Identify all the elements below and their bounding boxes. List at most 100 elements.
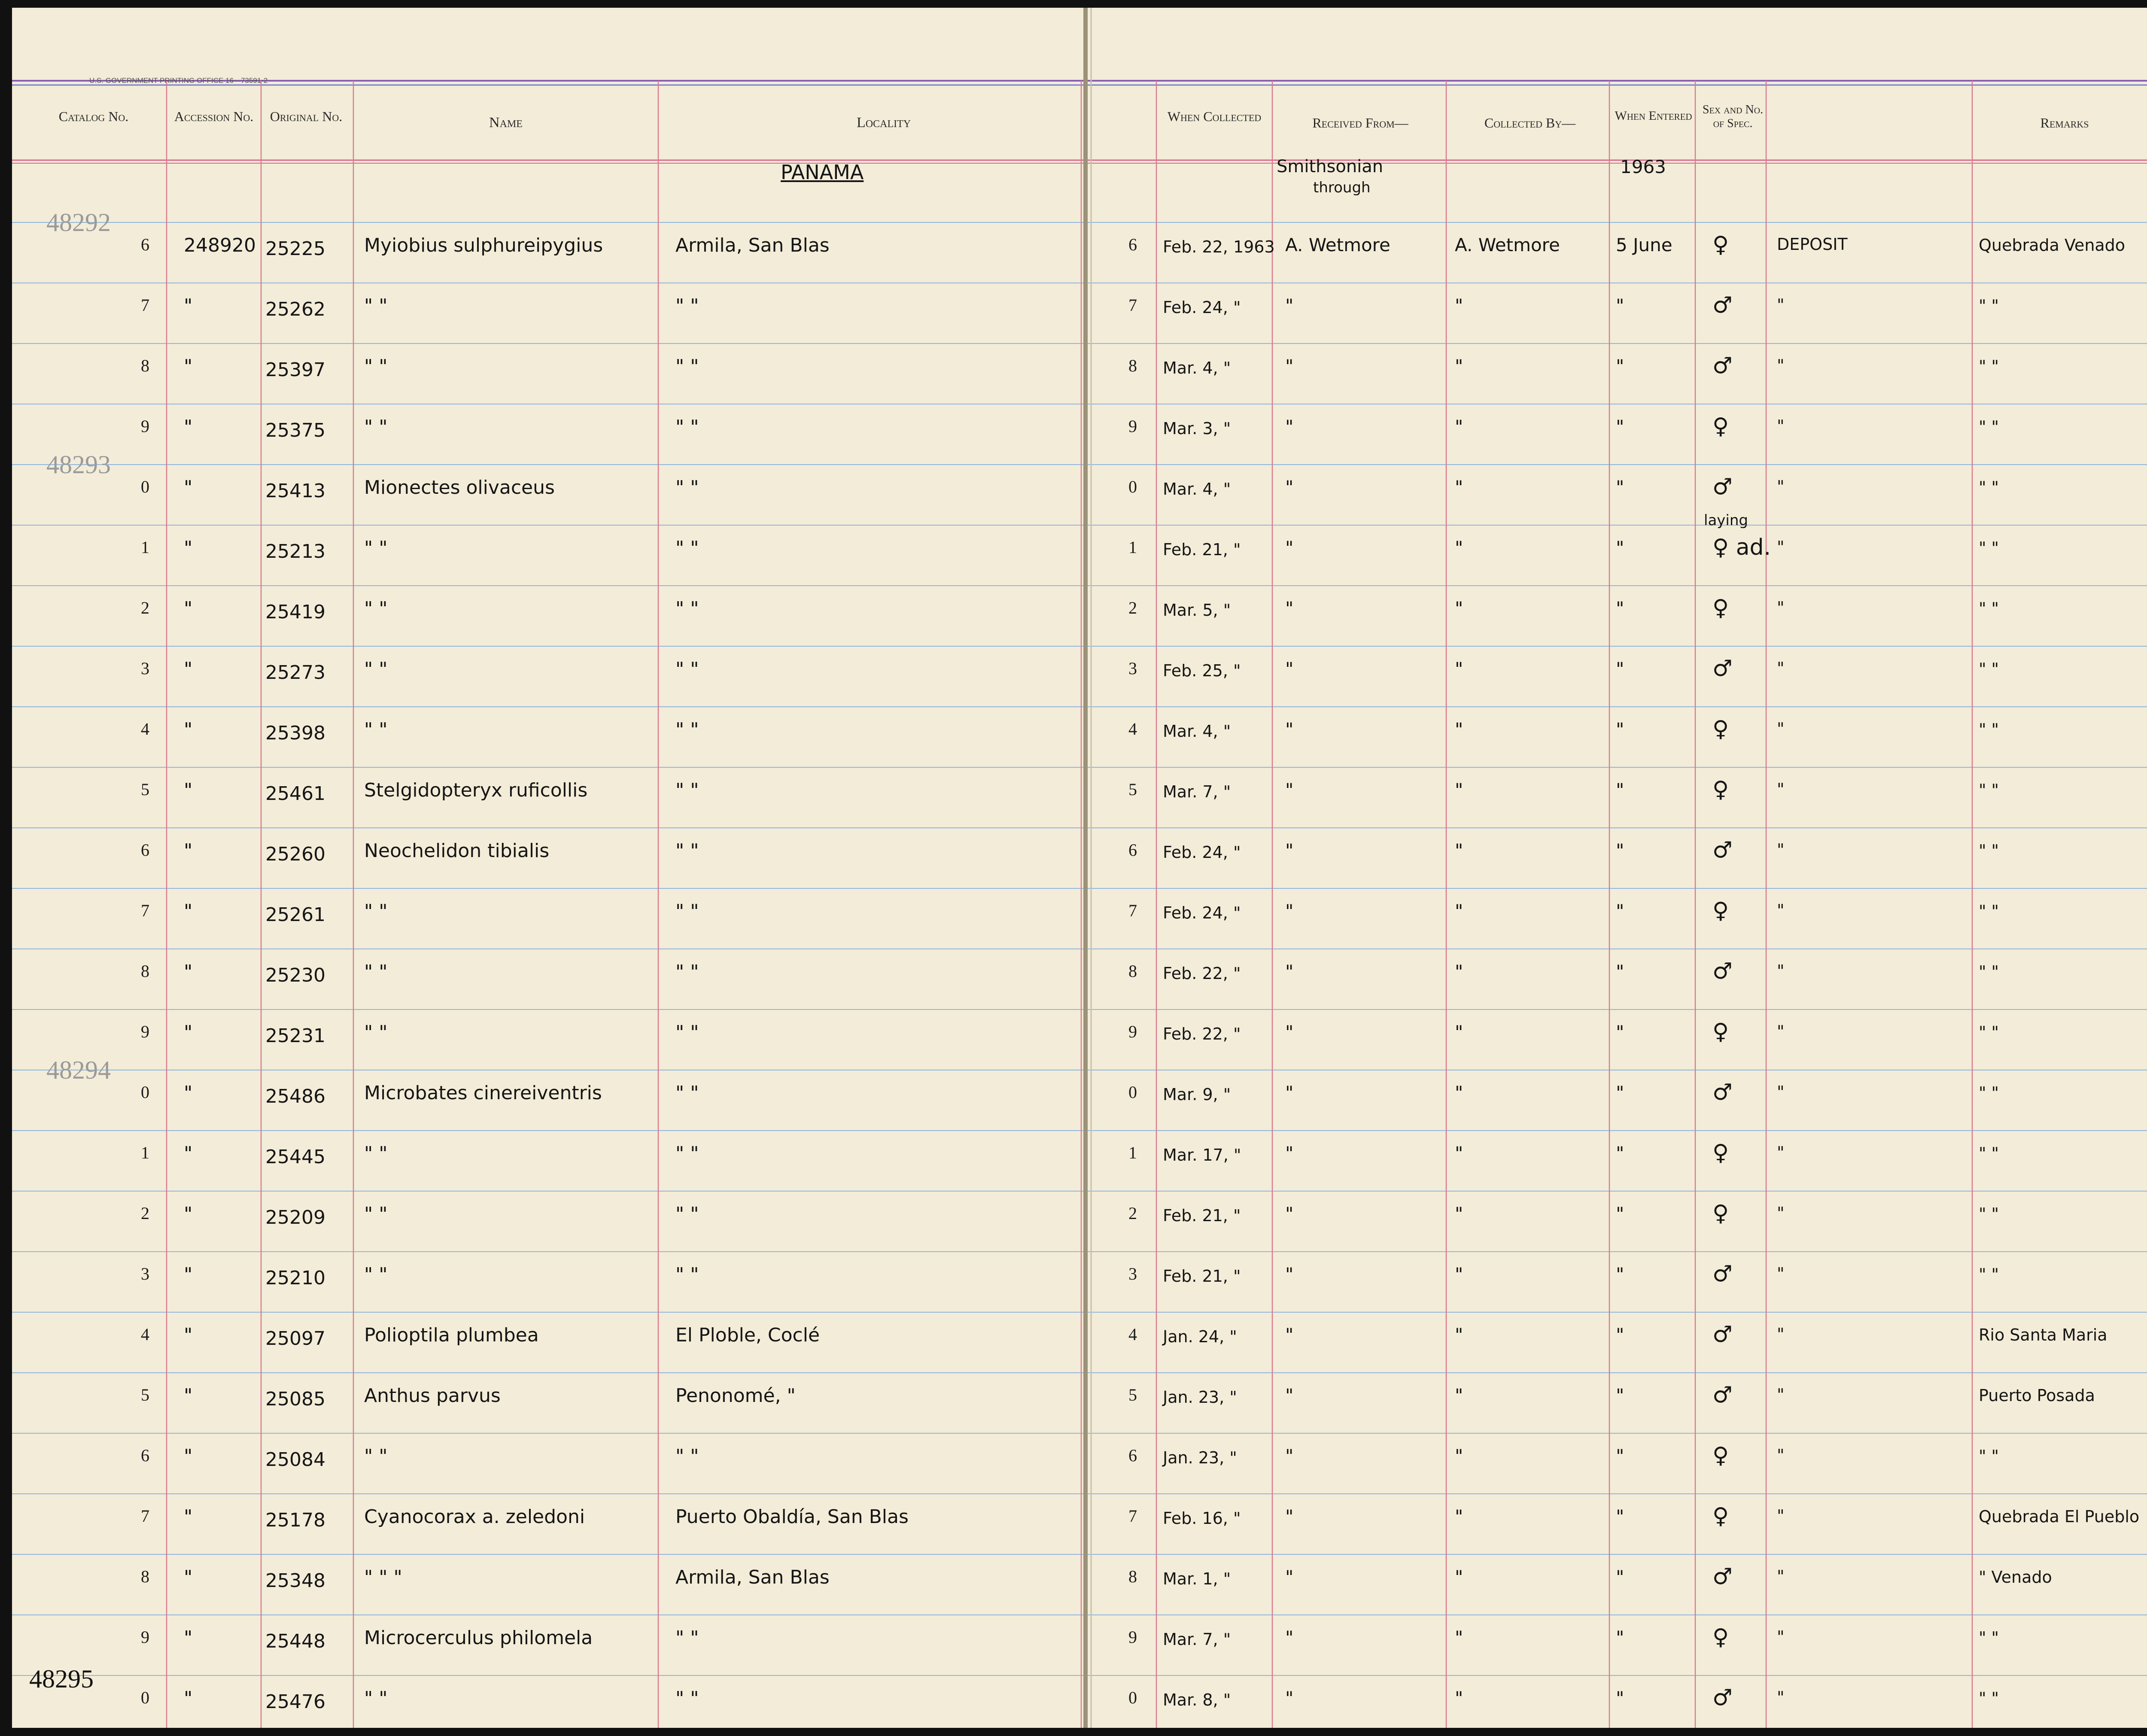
specimen-name: " ": [364, 1143, 388, 1164]
received-from: ": [1285, 598, 1294, 619]
locality: " ": [675, 416, 699, 438]
when-collected: Feb. 21, ": [1163, 1206, 1241, 1225]
header-catalog-no: Catalog No.: [58, 109, 129, 124]
row-number-right: 2: [1128, 598, 1137, 617]
received-from: ": [1285, 1445, 1294, 1466]
deposit-status: DEPOSIT: [1777, 235, 1848, 254]
accession-number: ": [184, 900, 193, 922]
original-number: 25413: [265, 480, 325, 502]
collected-by: ": [1455, 598, 1463, 619]
row-number-right: 9: [1128, 1022, 1137, 1041]
received-from: ": [1285, 961, 1294, 982]
locality: " ": [675, 598, 699, 620]
locality: Armila, San Blas: [675, 1566, 830, 1588]
row-number-left: 7: [141, 1506, 149, 1526]
sex-symbol: ♀ ad.: [1712, 535, 1771, 560]
specimen-name: " ": [364, 1203, 388, 1225]
collected-by: ": [1455, 840, 1463, 861]
sex-symbol: ♂: [1712, 1685, 1733, 1711]
ledger-rulings: [12, 8, 2147, 1728]
specimen-name: Mionectes olivaceus: [364, 477, 555, 499]
locality: " ": [675, 1022, 699, 1043]
locality: " ": [675, 1203, 699, 1225]
deposit-status: ": [1777, 840, 1785, 859]
deposit-status: ": [1777, 1688, 1785, 1707]
when-entered: ": [1616, 1324, 1624, 1345]
when-entered: ": [1616, 719, 1624, 740]
when-collected: Feb. 24, ": [1163, 843, 1241, 862]
row-number-left: 5: [141, 1385, 149, 1405]
when-collected: Feb. 22, 1963: [1163, 237, 1275, 256]
remarks: " ": [1979, 841, 1999, 860]
accession-number: ": [184, 356, 193, 377]
row-number-left: 1: [141, 538, 149, 557]
when-collected: Mar. 7, ": [1163, 782, 1231, 801]
remarks: " ": [1979, 1083, 1999, 1102]
original-number: 25262: [265, 298, 325, 320]
received-from: ": [1285, 1022, 1294, 1043]
when-collected: Mar. 1, ": [1163, 1569, 1231, 1588]
sex-symbol: ♂: [1712, 1382, 1733, 1408]
header-locality: Locality: [856, 115, 911, 131]
when-entered: ": [1616, 1082, 1624, 1103]
remarks: " ": [1979, 720, 1999, 739]
remarks: " ": [1979, 902, 1999, 921]
remarks: " ": [1979, 1447, 1999, 1465]
row-number-right: 5: [1128, 1385, 1137, 1405]
sex-symbol: ♀: [1712, 777, 1729, 803]
accession-number: ": [184, 416, 193, 438]
header-remarks: Remarks: [2040, 115, 2089, 131]
collected-by: ": [1455, 1143, 1463, 1164]
row-number-left: 7: [141, 901, 149, 920]
accession-number: ": [184, 719, 193, 741]
row-number-left: 2: [141, 598, 149, 617]
when-collected: Jan. 23, ": [1163, 1388, 1237, 1407]
catalog-number-stamp: 48292: [46, 208, 111, 237]
sex-symbol: ♂: [1712, 474, 1733, 500]
when-entered: ": [1616, 1566, 1624, 1587]
row-number-right: 7: [1128, 1506, 1137, 1526]
received-from: ": [1285, 1385, 1294, 1406]
accession-number: ": [184, 1687, 193, 1709]
remarks: Puerto Posada: [1979, 1386, 2095, 1405]
specimen-name: Neochelidon tibialis: [364, 840, 550, 862]
original-number: 25231: [265, 1025, 325, 1047]
accession-number: ": [184, 779, 193, 801]
deposit-status: ": [1777, 538, 1785, 556]
accession-number: ": [184, 537, 193, 559]
ledger-page: U.S. GOVERNMENT PRINTING OFFICE 16—73591…: [12, 8, 2147, 1728]
when-entered: ": [1616, 1506, 1624, 1527]
locality: " ": [675, 1082, 699, 1104]
locality: " ": [675, 537, 699, 559]
row-number-left: 0: [141, 477, 149, 496]
row-number-right: 2: [1128, 1204, 1137, 1223]
collected-by: ": [1455, 1566, 1463, 1587]
when-entered: ": [1616, 1445, 1624, 1466]
remarks: " ": [1979, 1204, 1999, 1223]
sex-symbol: ♀: [1712, 232, 1729, 258]
when-collected: Jan. 23, ": [1163, 1448, 1237, 1467]
collected-by: ": [1455, 1324, 1463, 1345]
when-collected: Feb. 24, ": [1163, 903, 1241, 922]
locality: " ": [675, 1627, 699, 1649]
locality: " ": [675, 477, 699, 499]
when-collected: Feb. 21, ": [1163, 1267, 1241, 1286]
sex-symbol: ♀: [1712, 1201, 1729, 1226]
received-from: ": [1285, 1082, 1294, 1103]
specimen-name: " ": [364, 1445, 388, 1467]
received-from: ": [1285, 356, 1294, 377]
row-number-left: 4: [141, 1325, 149, 1344]
original-number: 25375: [265, 420, 325, 441]
specimen-name: " ": [364, 961, 388, 983]
when-collected: Mar. 7, ": [1163, 1630, 1231, 1649]
when-collected: Feb. 24, ": [1163, 298, 1241, 317]
specimen-name: " ": [364, 719, 388, 741]
deposit-status: ": [1777, 901, 1785, 920]
accession-number: ": [184, 1445, 193, 1467]
collected-by: ": [1455, 477, 1463, 498]
row-number-right: 9: [1128, 1627, 1137, 1647]
when-entered: ": [1616, 961, 1624, 982]
when-collected: Mar. 8, ": [1163, 1690, 1231, 1709]
collected-by: ": [1455, 900, 1463, 921]
sex-note: laying: [1704, 512, 1748, 529]
